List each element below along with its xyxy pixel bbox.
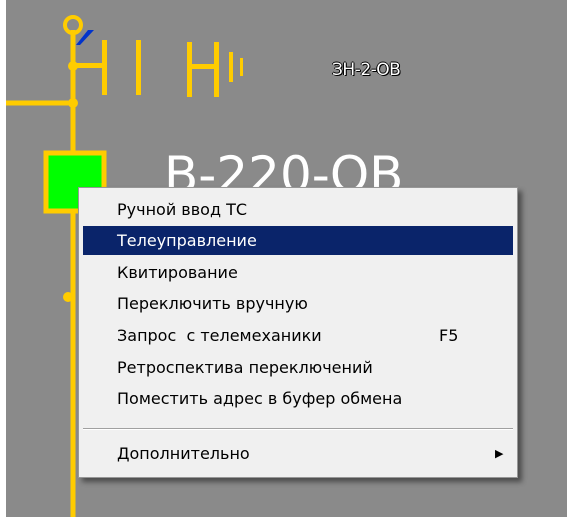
menu-item-label: Запрос с телемеханики [117,326,322,345]
menu-item-telemechanics-request[interactable]: Запрос с телемеханики F5 [83,321,513,350]
menu-item-shortcut: F5 [439,326,459,345]
menu-item-label: Переключить вручную [117,294,308,313]
menu-item-telecontrol[interactable]: Телеуправление [83,226,513,255]
menu-item-switching-history[interactable]: Ретроспектива переключений [83,353,513,382]
menu-separator [83,428,513,430]
menu-item-switch-manually[interactable]: Переключить вручную [83,289,513,318]
junction-node [63,292,73,302]
grounding-switch-icon[interactable] [73,40,243,97]
grounding-switch-label: ЗН-2-ОВ [332,60,401,80]
menu-item-copy-address[interactable]: Поместить адрес в буфер обмена [83,384,513,413]
submenu-arrow-icon: ▶ [495,447,504,460]
menu-item-label: Дополнительно [117,444,250,463]
context-menu: Ручной ввод ТС Телеуправление Квитирован… [78,187,518,478]
menu-item-acknowledge[interactable]: Квитирование [83,258,513,287]
menu-item-label: Ретроспектива переключений [117,358,373,377]
menu-item-more[interactable]: Дополнительно ▶ [83,439,513,468]
menu-item-label: Поместить адрес в буфер обмена [117,389,403,408]
menu-item-label: Ручной ввод ТС [117,200,248,219]
menu-item-manual-input[interactable]: Ручной ввод ТС [83,195,513,224]
menu-item-label: Телеуправление [117,231,257,250]
menu-item-label: Квитирование [117,263,238,282]
junction-node [68,98,78,108]
